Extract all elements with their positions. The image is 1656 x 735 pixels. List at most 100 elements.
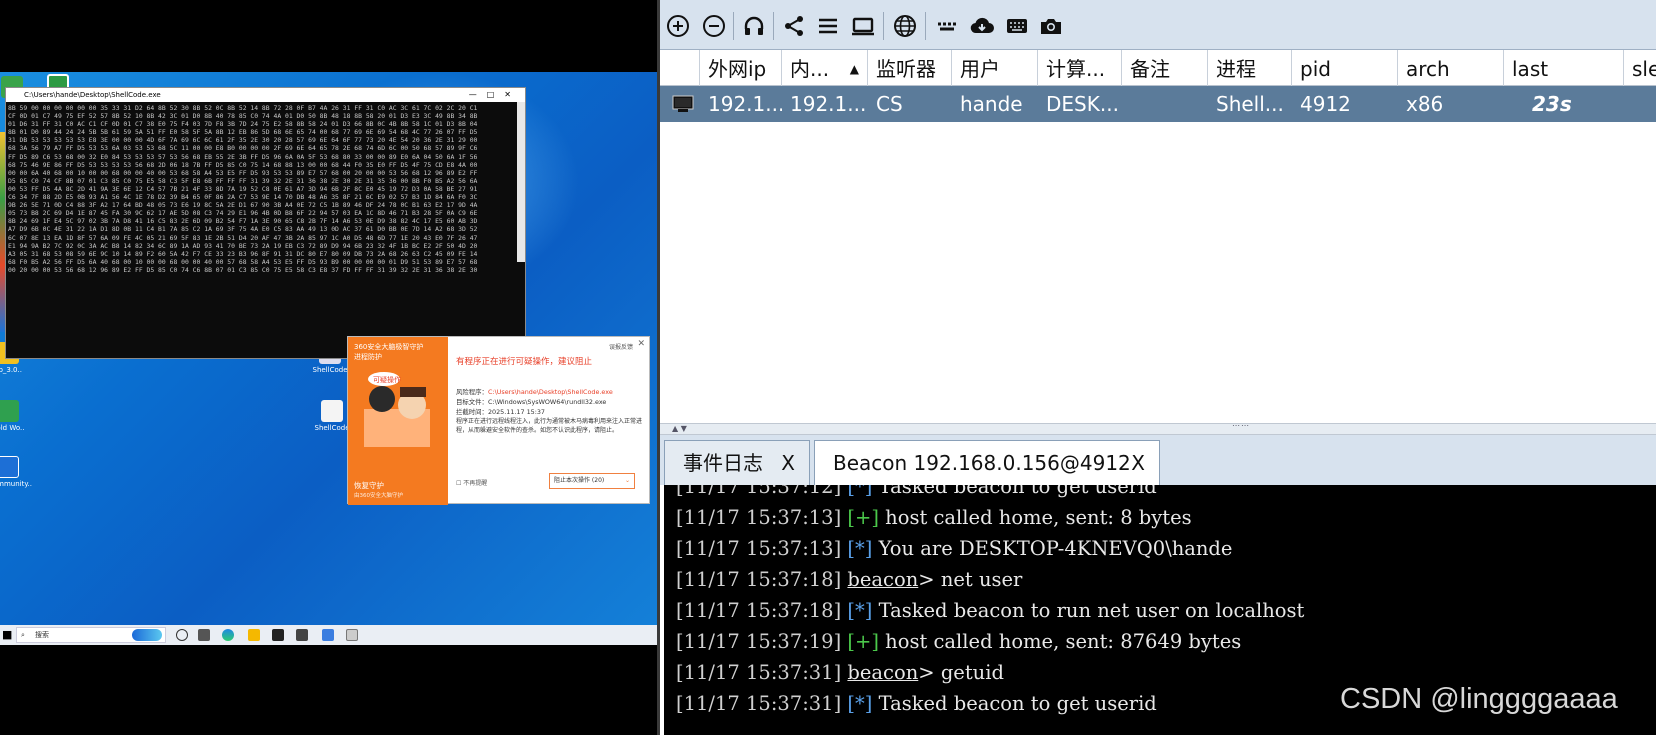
console-scrollbar[interactable] [517,102,525,262]
windows-taskbar: ■ ⌕ 搜索 [0,625,657,645]
cobalt-strike-client: 外网ip 内... ▲ 监听器 用户 计算... 备注 进程 pid arch l… [657,0,1656,735]
tab-event-log[interactable]: 事件日志 X [664,440,810,485]
headphones-icon[interactable] [741,13,767,39]
keypad-icon[interactable] [1004,13,1030,39]
desktop-icon[interactable]: Community.. [0,456,32,488]
line-text: Tasked beacon to run net user on localho… [878,599,1305,622]
cell-sleep: 3 [1624,86,1656,122]
file-explorer-icon[interactable] [248,629,260,641]
hex-line: FF D5 89 C6 53 68 00 32 E0 84 53 53 53 5… [8,152,478,161]
app-icon[interactable] [322,629,334,641]
toolbar-separator [733,12,734,40]
line-timestamp: [11/17 15:37:19] [676,630,842,653]
plus-circle-icon[interactable] [665,13,691,39]
minus-circle-icon[interactable] [701,13,727,39]
console-taskbar-icon[interactable] [346,629,358,641]
hex-line: 00 00 6A 40 68 00 10 00 00 68 00 00 40 0… [8,168,478,177]
mail-icon[interactable] [296,629,308,641]
line-text: Tasked beacon to get userid [878,692,1157,715]
hex-line: 8B 01 D0 89 44 24 24 5B 5B 61 59 5A 51 F… [8,128,478,137]
hex-line: CF 0D 01 C7 49 75 EF 52 57 8B 52 10 8B 4… [8,112,478,121]
hex-line: 8B 59 00 00 00 00 00 00 35 33 31 D2 64 8… [8,104,478,112]
hex-line: D5 85 C0 74 CF 8B 07 01 C3 85 C0 75 E5 5… [8,176,478,185]
line-text: > getuid [918,661,1004,684]
hex-line: 68 F0 B5 A2 56 FF D5 6A 40 68 00 10 00 0… [8,257,478,266]
globe-icon[interactable] [892,13,918,39]
table-row[interactable]: 192.1... 192.1... CS hande DESK... Shell… [660,86,1656,122]
block-operation-button[interactable]: 阻止本次操作 (20) ⌄ [549,473,635,489]
console-titlebar[interactable]: C:\Users\hande\Desktop\ShellCode.exe —□✕ [6,88,525,102]
tab-beacon[interactable]: Beacon 192.168.0.156@4912 X [814,440,1160,485]
keyboard-icon[interactable] [934,13,960,39]
console-line: [11/17 15:37:13] [*] You are DESKTOP-4KN… [676,532,1232,565]
line-timestamp: [11/17 15:37:13] [676,537,842,560]
cloud-download-icon[interactable] [969,13,995,39]
pane-splitter[interactable]: ▲ ▼ ⋯⋯ [660,421,1656,435]
splitter-grip-icon: ⋯⋯ [1232,421,1250,430]
list-icon[interactable] [815,13,841,39]
line-text: Tasked beacon to get userid [878,485,1157,498]
monitor-icon[interactable] [850,13,876,39]
task-view-icon[interactable] [176,629,188,641]
hex-line: 9B 26 5E 71 0D C4 88 3F A2 17 64 BD 48 0… [8,201,478,210]
line-text: You are DESKTOP-4KNEVQ0\hande [878,537,1233,560]
column-header[interactable]: 用户 [952,50,1038,86]
console-tab-bar: 事件日志 X Beacon 192.168.0.156@4912 X [660,435,1656,485]
alert-warning-title: 有程序正在进行可疑操作，建议阻止 [456,357,593,367]
column-header-icon[interactable] [660,50,700,86]
column-header[interactable]: 外网ip [700,50,782,86]
copilot-icon[interactable] [132,629,162,641]
column-header[interactable]: 进程 [1208,50,1292,86]
console-line: [11/17 15:37:31] [*] Tasked beacon to ge… [676,687,1157,720]
line-timestamp: [11/17 15:37:12] [676,485,842,498]
line-timestamp: [11/17 15:37:18] [676,568,842,591]
edge-icon[interactable] [222,629,234,641]
line-text: > net user [918,568,1023,591]
column-header[interactable]: 备注 [1122,50,1208,86]
alert-brand-sub: 进程防护 [354,353,382,361]
console-line: [11/17 15:37:18] [*] Tasked beacon to ru… [676,594,1304,627]
target-file-path: C:\Windows\SysWOW64\rundll32.exe [487,398,607,406]
column-header[interactable]: sle [1624,50,1656,86]
store-icon[interactable] [272,629,284,641]
hex-line: 31 DB 53 53 53 53 53 E8 3E 00 00 00 4D 6… [8,136,478,145]
column-header[interactable]: 监听器 [868,50,952,86]
no-remind-checkbox[interactable]: ☐ 不再提醒 [456,478,487,487]
sort-asc-icon: ▲ [849,62,859,76]
close-tab-button[interactable]: X [1131,441,1145,485]
line-text: host called home, sent: 8 bytes [885,506,1192,529]
column-header[interactable]: pid [1292,50,1398,86]
line-timestamp: [11/17 15:37:31] [676,692,842,715]
collapse-arrows-icon[interactable]: ▲ ▼ [672,424,687,433]
hex-line: E1 94 9A B2 7C 92 0C 3A AC B8 14 82 34 6… [8,241,478,250]
console-line: [11/17 15:37:13] [+] host called home, s… [676,501,1192,534]
share-icon[interactable] [781,13,807,39]
guard-badge: 恢复守护 由360安全大脑守护 [354,481,403,499]
column-header[interactable]: arch [1398,50,1504,86]
column-header[interactable]: last [1504,50,1624,86]
mascot-bubble: 可疑操作 [373,375,401,384]
start-icon[interactable]: ■ [2,628,12,641]
cell-internal-ip: 192.1... [790,92,867,116]
desktop-icon[interactable]: ShellCode [312,400,352,432]
cell-last: 23s [1532,92,1572,116]
console-title: C:\Users\hande\Desktop\ShellCode.exe [24,91,161,99]
shellcode-console-window[interactable]: C:\Users\hande\Desktop\ShellCode.exe —□✕… [5,87,526,359]
close-tab-button[interactable]: X [781,441,795,485]
sessions-table: 外网ip 内... ▲ 监听器 用户 计算... 备注 进程 pid arch l… [660,50,1656,122]
widgets-icon[interactable] [198,629,210,641]
hex-line: 00 53 FF D5 4A 8C 2D 41 9A 3E 6E 12 C4 5… [8,184,478,193]
column-header[interactable]: 计算... [1038,50,1122,86]
window-controls[interactable]: —□✕ [469,88,521,102]
block-time: 2025.11.17 15:37 [487,408,545,416]
toolbar-separator [925,12,926,40]
camera-icon[interactable] [1038,13,1064,39]
session-computer-icon [666,86,700,122]
main-toolbar [660,0,1656,50]
column-header[interactable]: 内... ▲ [782,50,868,86]
risk-program-path[interactable]: C:\Users\hande\Desktop\ShellCode.exe [488,388,613,396]
desktop-icon[interactable]: Cold Wo.. [0,400,28,432]
cell-pid: 4912 [1300,92,1351,116]
line-tag: [*] [847,599,873,622]
antivirus-alert-popup[interactable]: 360安全大脑极智守护 进程防护 可疑操作 恢复守护 由360安全大脑守护 误报… [347,336,650,505]
